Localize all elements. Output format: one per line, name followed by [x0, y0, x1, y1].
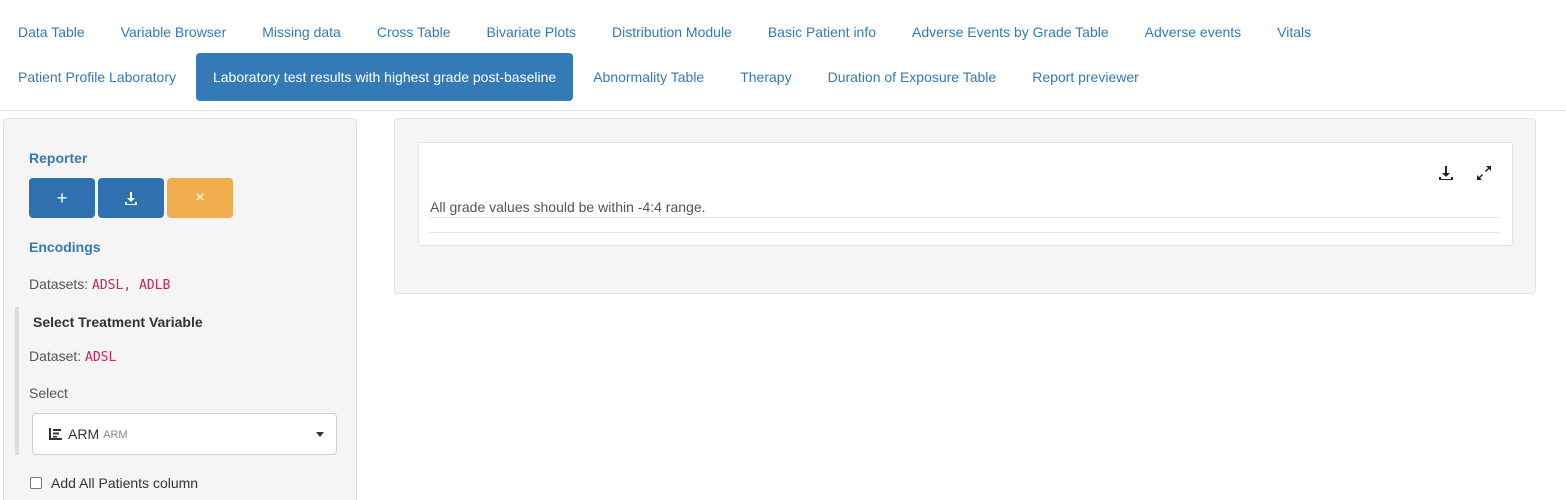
table-card: All grade values should be within -4:4 r… — [418, 142, 1513, 246]
tab-variable-browser[interactable]: Variable Browser — [103, 12, 245, 52]
tab-missing-data[interactable]: Missing data — [244, 12, 359, 52]
select-label: Select — [29, 385, 68, 401]
treatment-variable-block: Select Treatment Variable Dataset: ADSL … — [15, 307, 345, 455]
divider — [430, 232, 1500, 233]
card-toolbar — [1416, 165, 1492, 181]
divider — [430, 217, 1500, 218]
datasets-value: ADSL, ADLB — [92, 278, 171, 293]
tab-cross-table[interactable]: Cross Table — [359, 12, 469, 52]
tab-patient-profile-laboratory[interactable]: Patient Profile Laboratory — [0, 57, 194, 97]
validation-message: All grade values should be within -4:4 r… — [430, 199, 706, 215]
tab-data-table[interactable]: Data Table — [0, 12, 103, 52]
add-all-patients-label: Add All Patients column — [51, 475, 199, 491]
tab-adverse-events[interactable]: Adverse events — [1127, 12, 1260, 52]
tab-adverse-events-by-grade-table[interactable]: Adverse Events by Grade Table — [894, 12, 1127, 52]
tab-abnormality-table[interactable]: Abnormality Table — [575, 57, 722, 97]
tab-vitals[interactable]: Vitals — [1259, 12, 1329, 52]
nav-row-1: Data Table Variable Browser Missing data… — [0, 12, 1329, 52]
expand-icon[interactable] — [1476, 165, 1492, 181]
tab-bivariate-plots[interactable]: Bivariate Plots — [469, 12, 594, 52]
download-report-button[interactable] — [98, 178, 164, 218]
chevron-down-icon — [316, 432, 324, 437]
tab-duration-of-exposure-table[interactable]: Duration of Exposure Table — [810, 57, 1015, 97]
selected-variable: ARM — [68, 426, 100, 442]
reset-reporter-button[interactable]: × — [167, 178, 233, 218]
nav-row-2: Patient Profile Laboratory Laboratory te… — [0, 53, 1157, 101]
plus-icon: + — [56, 188, 68, 208]
add-all-patients-checkbox[interactable] — [30, 477, 42, 489]
add-all-patients-row: Add All Patients column — [30, 475, 198, 491]
main-panel: All grade values should be within -4:4 r… — [394, 118, 1536, 294]
tab-basic-patient-info[interactable]: Basic Patient info — [750, 12, 894, 52]
factor-icon — [49, 428, 62, 440]
close-icon: × — [195, 189, 205, 206]
encodings-sidebar: Reporter + × Encodings Datasets: ADSL, A… — [3, 118, 357, 500]
tab-report-previewer[interactable]: Report previewer — [1014, 57, 1157, 97]
treatment-dataset-value: ADSL — [85, 350, 117, 365]
treatment-dataset-label: Dataset: — [29, 348, 82, 364]
datasets-label: Datasets: — [29, 276, 89, 292]
tab-therapy[interactable]: Therapy — [722, 57, 809, 97]
tab-laboratory-test-results-highest-grade[interactable]: Laboratory test results with highest gra… — [195, 53, 574, 101]
treatment-title: Select Treatment Variable — [33, 314, 203, 330]
treatment-variable-select[interactable]: ARM ARM — [32, 413, 337, 455]
reporter-title: Reporter — [29, 150, 88, 166]
selected-variable-label: ARM — [103, 429, 128, 441]
reporter-buttons: + × — [29, 178, 236, 218]
download-icon[interactable] — [1438, 165, 1454, 181]
module-nav: Data Table Variable Browser Missing data… — [0, 0, 1566, 111]
encodings-title: Encodings — [29, 239, 101, 255]
tab-distribution-module[interactable]: Distribution Module — [594, 12, 750, 52]
download-icon — [123, 190, 139, 206]
datasets-line: Datasets: ADSL, ADLB — [29, 276, 170, 293]
add-card-button[interactable]: + — [29, 178, 95, 218]
treatment-dataset-line: Dataset: ADSL — [29, 348, 116, 365]
